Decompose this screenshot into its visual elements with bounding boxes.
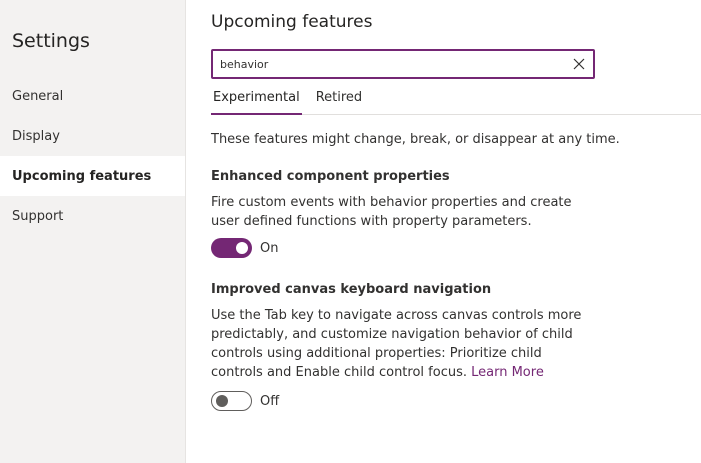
sidebar-item-support[interactable]: Support: [0, 196, 185, 236]
search-box: [211, 49, 595, 79]
sidebar: Settings General Display Upcoming featur…: [0, 0, 186, 463]
feature-enhanced-component-properties: Enhanced component properties Fire custo…: [211, 169, 701, 258]
toggle-label: Off: [260, 393, 280, 409]
warning-notice: These features might change, break, or d…: [211, 132, 620, 147]
feature-title: Enhanced component properties: [211, 169, 450, 184]
feature-description: Use the Tab key to navigate across canva…: [211, 306, 591, 382]
feature-toggle[interactable]: [211, 391, 252, 411]
toggle-row: On: [211, 238, 701, 258]
settings-app: Settings General Display Upcoming featur…: [0, 0, 701, 463]
page-title: Upcoming features: [211, 12, 373, 32]
feature-toggle[interactable]: [211, 238, 252, 258]
sidebar-title: Settings: [12, 30, 90, 52]
feature-description: Fire custom events with behavior propert…: [211, 195, 572, 229]
toggle-row: Off: [211, 391, 701, 411]
main-panel: Upcoming features Experimental Retired T…: [186, 0, 701, 463]
toggle-label: On: [260, 240, 279, 256]
search-input[interactable]: [220, 57, 571, 71]
toggle-knob: [236, 242, 248, 254]
clear-search-button[interactable]: [571, 56, 587, 72]
close-icon: [573, 58, 585, 70]
tab-retired[interactable]: Retired: [314, 90, 364, 114]
toggle-knob: [216, 395, 228, 407]
tab-experimental[interactable]: Experimental: [211, 90, 302, 115]
feature-tabs: Experimental Retired: [211, 90, 701, 115]
sidebar-item-display[interactable]: Display: [0, 116, 185, 156]
learn-more-link[interactable]: Learn More: [471, 365, 544, 380]
feature-title: Improved canvas keyboard navigation: [211, 282, 492, 297]
feature-improved-canvas-keyboard-navigation: Improved canvas keyboard navigation Use …: [211, 282, 701, 411]
sidebar-item-upcoming-features[interactable]: Upcoming features: [0, 156, 185, 196]
sidebar-item-general[interactable]: General: [0, 76, 185, 116]
